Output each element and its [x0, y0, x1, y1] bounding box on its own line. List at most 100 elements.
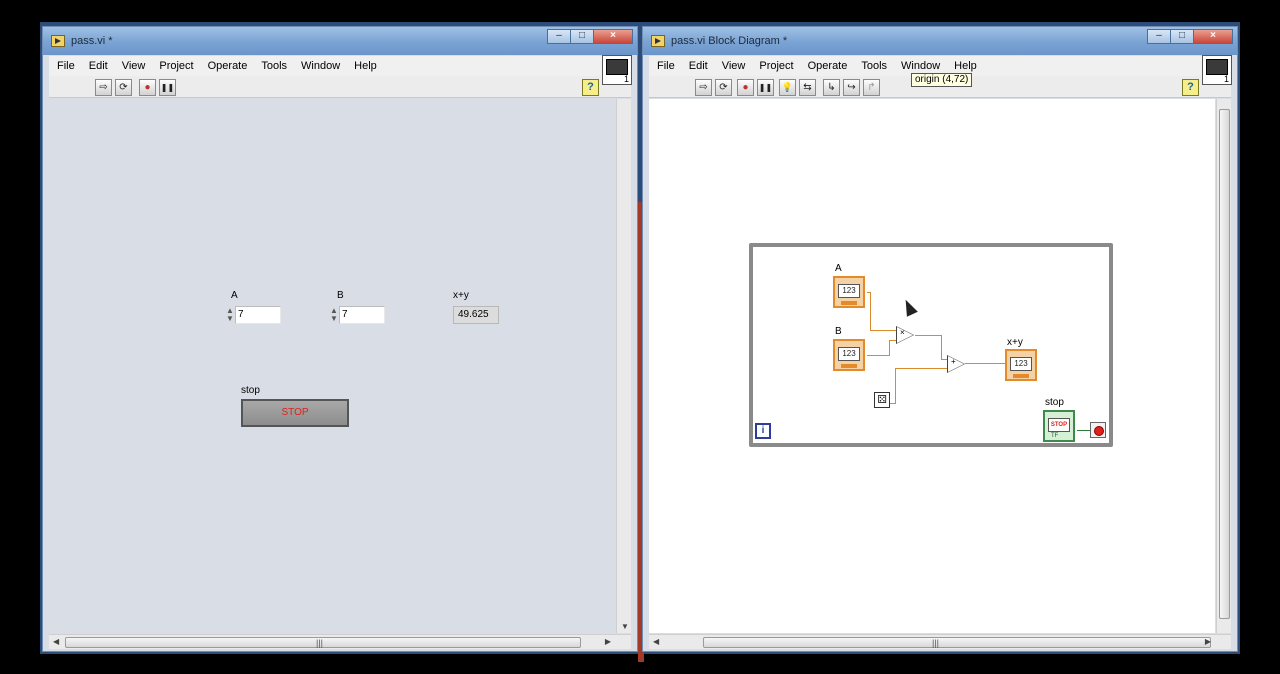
terminal-a-numeric: 123 [838, 284, 860, 298]
wire[interactable] [965, 363, 1007, 364]
increment-decrement-icon[interactable]: ▲ ▼ [225, 307, 235, 323]
menu-window[interactable]: Window [301, 60, 340, 72]
terminal-stop-label: stop [1045, 397, 1064, 408]
highlight-execution-icon[interactable]: 💡 [779, 79, 796, 96]
iteration-terminal[interactable]: i [755, 423, 771, 439]
menu-edit[interactable]: Edit [89, 60, 108, 72]
menu-file[interactable]: File [57, 60, 75, 72]
menu-view[interactable]: View [722, 60, 746, 72]
front-panel-window-buttons: – □ × [547, 29, 633, 45]
stop-button[interactable]: STOP [241, 399, 349, 427]
abort-icon[interactable]: ● [737, 79, 754, 96]
block-diagram-horizontal-scrollbar[interactable]: ◀ ||| ▶ [649, 634, 1231, 649]
block-diagram-vscroll-thumb[interactable] [1219, 109, 1230, 619]
block-diagram-canvas: A 123 B 123 × + ⚄ x+y 123 stop STOP TF i [649, 99, 1215, 633]
control-b-value[interactable]: 7 [339, 306, 385, 324]
terminal-sum[interactable]: 123 [1005, 349, 1037, 381]
maximize-button[interactable]: □ [570, 29, 594, 44]
wire[interactable] [870, 330, 896, 331]
indicator-sum-label: x+y [453, 290, 469, 301]
help-icon[interactable]: ? [582, 79, 599, 96]
multiply-node[interactable]: × [896, 326, 914, 344]
run-continuous-icon[interactable]: ⟳ [715, 79, 732, 96]
step-out-icon[interactable]: ↱ [863, 79, 880, 96]
control-b-label: B [337, 290, 344, 301]
wire[interactable] [915, 335, 941, 336]
add-node[interactable]: + [947, 355, 965, 373]
block-diagram-window-buttons: – □ × [1147, 29, 1233, 45]
maximize-button[interactable]: □ [1170, 29, 1194, 44]
retain-wire-values-icon[interactable]: ⇆ [799, 79, 816, 96]
terminal-stop-text: STOP [1048, 418, 1070, 432]
menu-tools[interactable]: Tools [261, 60, 287, 72]
control-b[interactable]: ▲ ▼ 7 [329, 305, 385, 325]
random-number-icon[interactable]: ⚄ [874, 392, 890, 408]
boolean-wire[interactable] [1077, 430, 1091, 431]
control-a-label: A [231, 290, 238, 301]
menu-help[interactable]: Help [954, 60, 977, 72]
abort-icon[interactable]: ● [139, 79, 156, 96]
wire[interactable] [895, 368, 896, 404]
wire[interactable] [889, 403, 896, 404]
block-diagram-scroll-thumb[interactable]: ||| [703, 637, 1211, 648]
menu-tools[interactable]: Tools [861, 60, 887, 72]
help-icon[interactable]: ? [1182, 79, 1199, 96]
wire[interactable] [867, 355, 889, 356]
scroll-left-icon[interactable]: ◀ [53, 637, 59, 646]
front-panel-titlebar[interactable]: pass.vi * – □ × [43, 27, 637, 55]
block-diagram-toolbar: ⇨ ⟳ ● ❚❚ 💡 ⇆ ↳ ↪ ↱ origin (4,72) ? [649, 55, 1232, 98]
terminal-a[interactable]: 123 [833, 276, 865, 308]
scroll-right-icon[interactable]: ▶ [1205, 637, 1211, 646]
scroll-down-icon[interactable]: ▼ [621, 622, 629, 631]
scroll-right-icon[interactable]: ▶ [605, 637, 611, 646]
wire[interactable] [870, 292, 871, 330]
front-panel-vertical-scrollbar[interactable]: ▼ [616, 99, 631, 633]
add-symbol: + [951, 357, 956, 366]
block-diagram-titlebar[interactable]: pass.vi Block Diagram * – □ × [643, 27, 1237, 55]
increment-decrement-icon[interactable]: ▲ ▼ [329, 307, 339, 323]
run-continuous-icon[interactable]: ⟳ [115, 79, 132, 96]
menu-operate[interactable]: Operate [208, 60, 248, 72]
close-button[interactable]: × [593, 29, 633, 44]
terminal-sum-numeric: 123 [1010, 357, 1032, 371]
menu-file[interactable]: File [657, 60, 675, 72]
wire[interactable] [895, 368, 947, 369]
close-button[interactable]: × [1193, 29, 1233, 44]
menu-view[interactable]: View [122, 60, 146, 72]
run-icon[interactable]: ⇨ [95, 79, 112, 96]
vi-connector-icon[interactable] [1202, 55, 1232, 85]
terminal-b-numeric: 123 [838, 347, 860, 361]
menu-help[interactable]: Help [354, 60, 377, 72]
stop-label: stop [241, 385, 260, 396]
terminal-b-label: B [835, 326, 842, 337]
minimize-button[interactable]: – [547, 29, 571, 44]
front-panel-scroll-thumb[interactable]: ||| [65, 637, 581, 648]
control-a[interactable]: ▲ ▼ 7 [225, 305, 281, 325]
run-icon[interactable]: ⇨ [695, 79, 712, 96]
menu-project[interactable]: Project [759, 60, 793, 72]
wire[interactable] [889, 340, 890, 356]
block-diagram-vertical-scrollbar[interactable] [1216, 99, 1231, 633]
control-a-value[interactable]: 7 [235, 306, 281, 324]
terminal-stop[interactable]: STOP TF [1043, 410, 1075, 442]
menu-window[interactable]: Window [901, 60, 940, 72]
front-panel-canvas: A ▲ ▼ 7 B ▲ ▼ 7 x+y 49.625 stop STOP [49, 99, 631, 633]
menu-operate[interactable]: Operate [808, 60, 848, 72]
wire[interactable] [889, 340, 896, 341]
origin-tooltip: origin (4,72) [911, 73, 973, 87]
minimize-button[interactable]: – [1147, 29, 1171, 44]
menu-edit[interactable]: Edit [689, 60, 708, 72]
wire[interactable] [941, 335, 942, 359]
front-panel-window: pass.vi * – □ × File Edit View Project O… [42, 26, 638, 652]
scroll-left-icon[interactable]: ◀ [653, 637, 659, 646]
front-panel-toolbar: ⇨ ⟳ ● ❚❚ ? [49, 55, 632, 98]
vi-connector-icon[interactable] [602, 55, 632, 85]
front-panel-horizontal-scrollbar[interactable]: ◀ ||| ▶ [49, 634, 631, 649]
terminal-b[interactable]: 123 [833, 339, 865, 371]
menu-project[interactable]: Project [159, 60, 193, 72]
step-over-icon[interactable]: ↪ [843, 79, 860, 96]
pause-icon[interactable]: ❚❚ [757, 79, 774, 96]
step-into-icon[interactable]: ↳ [823, 79, 840, 96]
loop-condition-stop-icon[interactable] [1090, 422, 1106, 438]
pause-icon[interactable]: ❚❚ [159, 79, 176, 96]
